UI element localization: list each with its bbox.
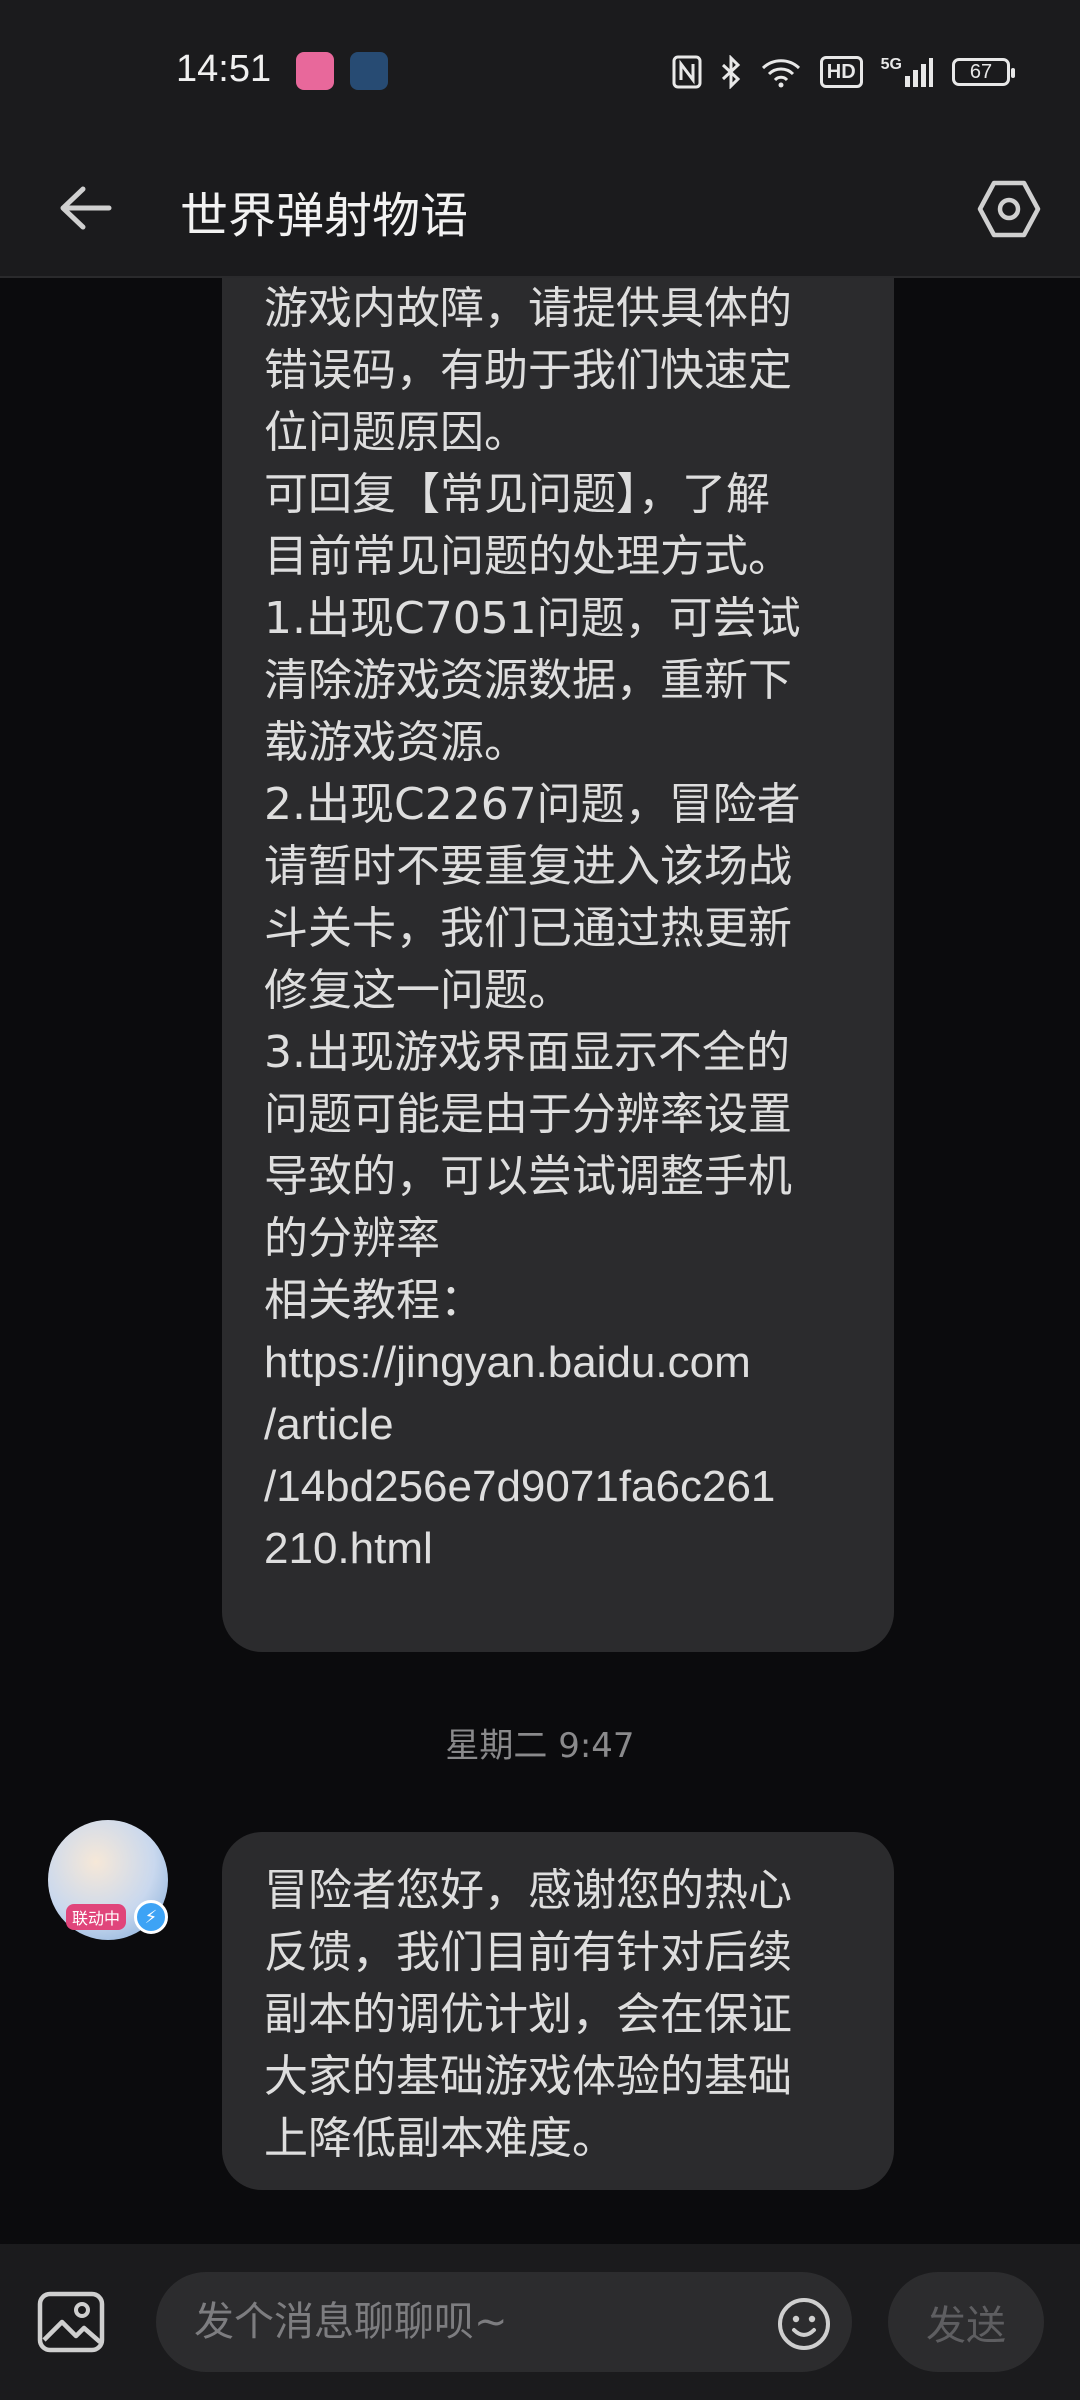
tutorial-link[interactable]: /article bbox=[264, 1394, 838, 1456]
message-line: 1.出现C7051问题，可尝试 bbox=[264, 593, 801, 644]
status-time: 14:51 bbox=[176, 48, 272, 90]
message-bubble[interactable]: 游戏内故障，请提供具体的 错误码，有助于我们快速定 位问题原因。 可回复【常见问… bbox=[222, 278, 894, 1652]
message-line: 游戏内故障，请提供具体的 bbox=[264, 283, 792, 334]
message-line: 大家的基础游戏体验的基础 bbox=[264, 2051, 792, 2102]
message-line: 问题可能是由于分辨率设置 bbox=[264, 1089, 792, 1140]
message-line: 的分辨率 bbox=[264, 1213, 440, 1264]
message-line: 冒险者您好，感谢您的热心 bbox=[264, 1865, 792, 1916]
avatar-tag: 联动中 bbox=[66, 1904, 127, 1930]
message-line: 上降低副本难度。 bbox=[264, 2113, 616, 2164]
tutorial-link[interactable]: 210.html bbox=[264, 1518, 838, 1580]
nfc-icon bbox=[672, 55, 702, 89]
signal-icon: 5G bbox=[881, 56, 934, 88]
message-line: 修复这一问题。 bbox=[264, 965, 572, 1016]
message-bubble[interactable]: 冒险者您好，感谢您的热心 反馈，我们目前有针对后续 副本的调优计划，会在保证 大… bbox=[222, 1832, 894, 2190]
game-app-icon bbox=[350, 52, 388, 90]
message-line: 斗关卡，我们已通过热更新 bbox=[264, 903, 792, 954]
settings-button[interactable] bbox=[964, 164, 1054, 254]
bluetooth-icon bbox=[720, 55, 742, 89]
chat-header: 世界弹射物语 bbox=[0, 140, 1080, 278]
message-line: 目前常见问题的处理方式。 bbox=[264, 531, 792, 582]
input-bar: 发送 bbox=[0, 2244, 1080, 2400]
message-line: 导致的，可以尝试调整手机 bbox=[264, 1151, 792, 1202]
wifi-icon bbox=[760, 56, 802, 88]
message-line: 3.出现游戏界面显示不全的 bbox=[264, 1027, 790, 1078]
back-button[interactable] bbox=[46, 168, 126, 248]
emoji-icon bbox=[778, 2298, 830, 2350]
message-line: 相关教程： bbox=[264, 1275, 484, 1326]
message-input[interactable] bbox=[192, 2298, 756, 2346]
status-bar: 14:51 HD 5G 67 bbox=[0, 0, 1080, 140]
status-indicators: HD 5G 67 bbox=[672, 50, 1015, 94]
image-button[interactable] bbox=[36, 2290, 106, 2354]
message-line: 可回复【常见问题】，了解 bbox=[264, 469, 770, 520]
tutorial-link[interactable]: https://jingyan.baidu.com bbox=[264, 1332, 838, 1394]
bilibili-app-icon bbox=[296, 52, 334, 90]
verified-badge-icon: ⚡ bbox=[134, 1900, 168, 1934]
network-label: 5G bbox=[880, 56, 902, 73]
message-line: 2.出现C2267问题，冒险者 bbox=[264, 779, 801, 830]
hd-badge: HD bbox=[819, 56, 863, 88]
message-line: 位问题原因。 bbox=[264, 407, 528, 458]
message-line: 错误码，有助于我们快速定 bbox=[264, 345, 792, 396]
message-line: 副本的调优计划，会在保证 bbox=[264, 1989, 792, 2040]
message-line: 请暂时不要重复进入该场战 bbox=[264, 841, 792, 892]
message-line: 反馈，我们目前有针对后续 bbox=[264, 1927, 792, 1978]
settings-hexagon-icon bbox=[977, 180, 1041, 238]
message-line: 清除游戏资源数据，重新下 bbox=[264, 655, 792, 706]
battery-icon: 67 bbox=[952, 58, 1015, 86]
page-title: 世界弹射物语 bbox=[180, 188, 469, 244]
message-list[interactable]: 游戏内故障，请提供具体的 错误码，有助于我们快速定 位问题原因。 可回复【常见问… bbox=[0, 278, 1080, 2244]
image-icon bbox=[37, 2291, 105, 2353]
message-timestamp: 星期二 9:47 bbox=[445, 1726, 635, 1766]
message-input-container[interactable] bbox=[156, 2272, 852, 2372]
message-line: 载游戏资源。 bbox=[264, 717, 528, 768]
avatar[interactable]: 联动中 ⚡ bbox=[48, 1820, 168, 1940]
send-button[interactable]: 发送 bbox=[888, 2272, 1044, 2372]
tutorial-link[interactable]: /14bd256e7d9071fa6c261 bbox=[264, 1456, 838, 1518]
back-arrow-icon bbox=[60, 186, 112, 230]
emoji-button[interactable] bbox=[776, 2296, 832, 2352]
